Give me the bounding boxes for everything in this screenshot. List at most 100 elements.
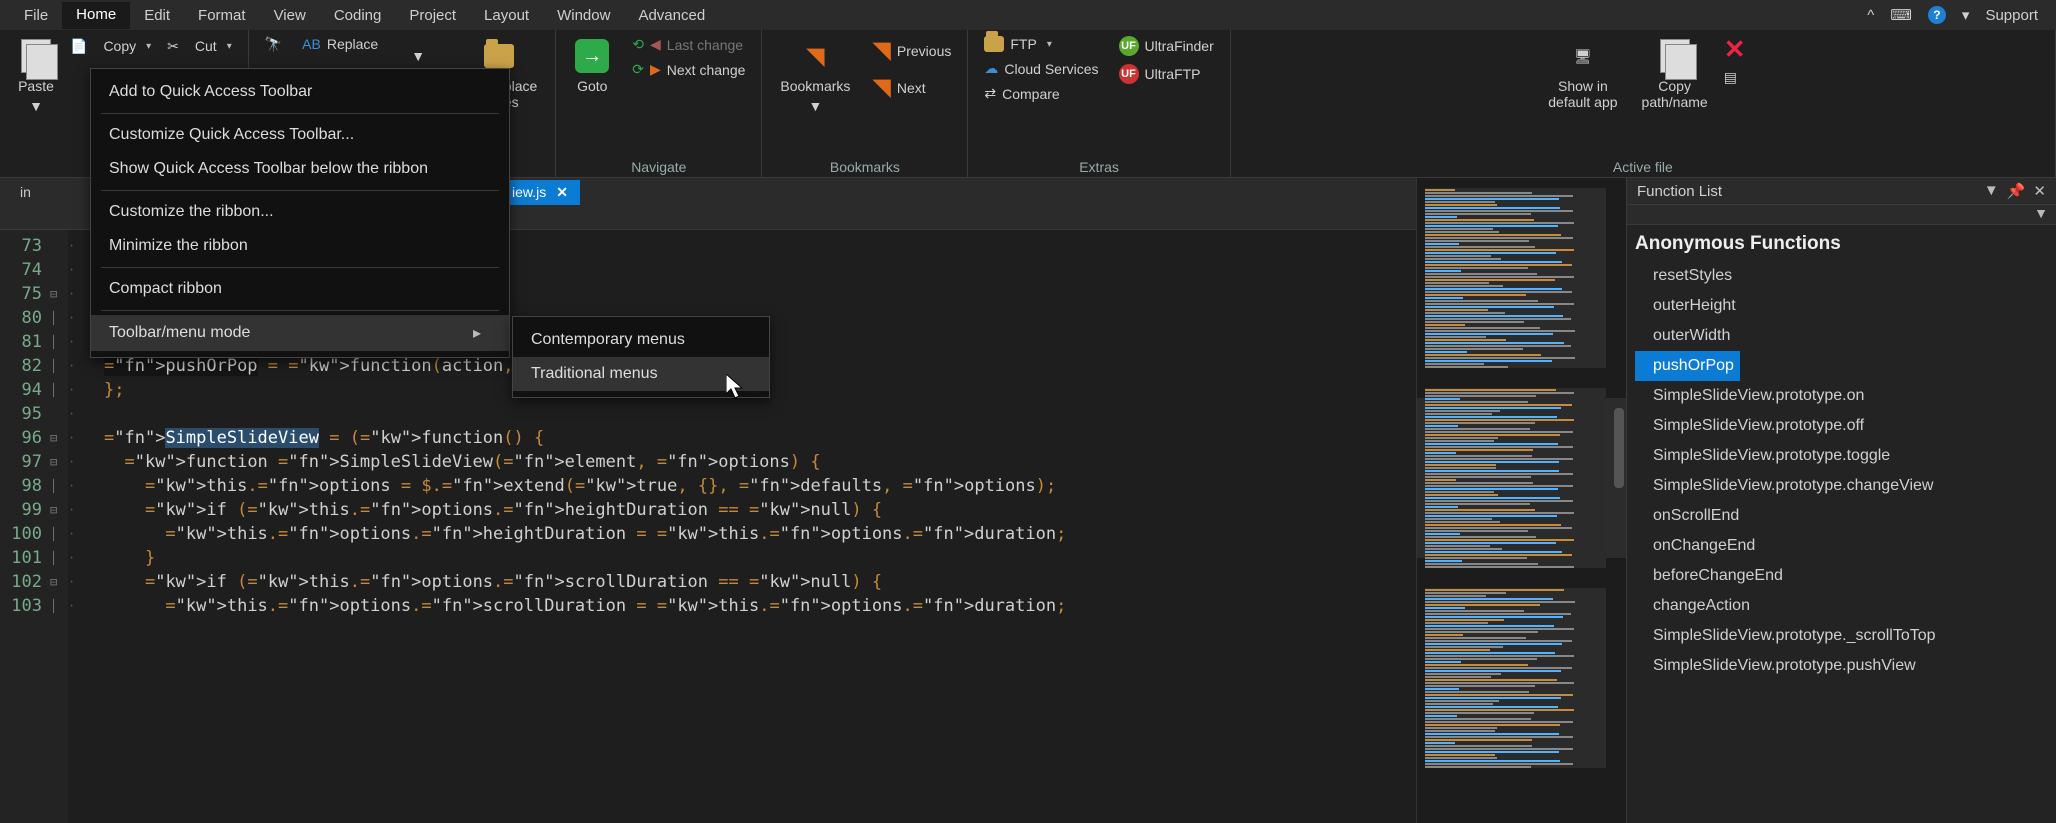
- panel-dropdown-icon[interactable]: ▼: [1984, 182, 1999, 200]
- chevron-down-icon: ▼: [29, 98, 43, 114]
- ribbon-group-extras: FTP ☁ Cloud Services ⇄ Compare UF UltraF…: [968, 30, 1230, 177]
- function-item[interactable]: SimpleSlideView.prototype.off: [1635, 411, 2048, 441]
- close-file-button[interactable]: ✕: [1724, 34, 1746, 65]
- help-icon[interactable]: ?: [1920, 2, 1954, 28]
- last-change-button[interactable]: ⟲ ◀ Last change: [626, 34, 751, 55]
- keyboard-icon[interactable]: ⌨: [1882, 2, 1920, 28]
- menu-coding[interactable]: Coding: [320, 3, 396, 28]
- function-item[interactable]: SimpleSlideView.prototype._scrollToTop: [1635, 621, 2048, 651]
- ctx-show-qat-below[interactable]: Show Quick Access Toolbar below the ribb…: [91, 152, 509, 186]
- menu-home[interactable]: Home: [62, 2, 130, 29]
- ctx-customize-ribbon[interactable]: Customize the ribbon...: [91, 195, 509, 229]
- file-tab-label: iew.js: [512, 184, 546, 200]
- ftp-button[interactable]: FTP: [978, 34, 1104, 54]
- cut-button[interactable]: Cut: [189, 36, 238, 56]
- function-item[interactable]: onChangeEnd: [1635, 531, 2048, 561]
- ctx-toolbar-menu-mode[interactable]: Toolbar/menu mode: [91, 315, 509, 351]
- menu-advanced[interactable]: Advanced: [624, 3, 719, 28]
- menu-layout[interactable]: Layout: [470, 3, 543, 28]
- bookmarks-label: Bookmarks: [780, 78, 850, 94]
- tab-close-button[interactable]: ✕: [556, 184, 568, 201]
- function-item[interactable]: outerWidth: [1635, 321, 2048, 351]
- ctx-add-qat[interactable]: Add to Quick Access Toolbar: [91, 75, 509, 109]
- ultraftp-button[interactable]: UF UltraFTP: [1113, 62, 1220, 86]
- ctx-minimize-ribbon[interactable]: Minimize the ribbon: [91, 229, 509, 263]
- prev-bookmark-label: Previous: [897, 43, 951, 59]
- tab-prefix: in: [0, 184, 60, 200]
- minimap[interactable]: [1416, 178, 1626, 823]
- show-in-default-label: Show in default app: [1548, 78, 1617, 110]
- function-item[interactable]: onScrollEnd: [1635, 501, 2048, 531]
- support-link[interactable]: Support: [1977, 3, 2046, 28]
- arrow-forward-icon: ⟳: [632, 61, 644, 78]
- paste-button[interactable]: Paste ▼: [10, 34, 62, 118]
- function-item[interactable]: SimpleSlideView.prototype.on: [1635, 381, 2048, 411]
- external-app-icon: 🖥: [1565, 38, 1601, 74]
- ctx-customize-qat[interactable]: Customize Quick Access Toolbar...: [91, 118, 509, 152]
- line-gutter: 73 74 75 80 81 82 94 95 96 97 98 99 100 …: [0, 230, 50, 823]
- compare-button[interactable]: ⇄ Compare: [978, 83, 1104, 104]
- minimap-scrollbar[interactable]: [1614, 408, 1624, 488]
- menu-file[interactable]: File: [10, 3, 62, 28]
- cloud-label: Cloud Services: [1004, 61, 1098, 77]
- cloud-button[interactable]: ☁ Cloud Services: [978, 58, 1104, 79]
- next-bookmark-label: Next: [897, 80, 926, 96]
- panel-close-icon[interactable]: ✕: [2033, 182, 2046, 200]
- function-item[interactable]: outerHeight: [1635, 291, 2048, 321]
- ultraftp-icon: UF: [1119, 64, 1139, 84]
- dropdown-icon[interactable]: ▾: [1954, 2, 1978, 28]
- ctx-compact-ribbon[interactable]: Compact ribbon: [91, 272, 509, 306]
- ultrafinder-icon: UF: [1119, 36, 1139, 56]
- replace-icon: AB: [302, 36, 321, 52]
- file-props-button[interactable]: ▤: [1724, 69, 1746, 86]
- copy-path-icon: [1657, 38, 1693, 74]
- function-item[interactable]: resetStyles: [1635, 261, 2048, 291]
- bookmarks-group-label: Bookmarks: [772, 157, 957, 175]
- menu-window[interactable]: Window: [543, 3, 624, 28]
- panel-menu-icon[interactable]: ▼: [2034, 205, 2048, 224]
- bookmarks-button[interactable]: ◥ Bookmarks ▼: [772, 34, 858, 118]
- copy-path-button[interactable]: Copy path/name: [1634, 34, 1716, 114]
- menu-edit[interactable]: Edit: [130, 3, 184, 28]
- navigate-group-label: Navigate: [566, 157, 751, 175]
- file-tab[interactable]: iew.js ✕: [500, 180, 580, 205]
- panel-pin-icon[interactable]: 📌: [2007, 182, 2026, 200]
- next-change-label: Next change: [667, 62, 746, 78]
- find-button[interactable]: 🔭: [259, 34, 288, 55]
- last-change-label: Last change: [667, 37, 743, 53]
- copy-button[interactable]: Copy: [97, 36, 157, 56]
- menu-view[interactable]: View: [260, 3, 320, 28]
- function-list-panel: Function List ▼ 📌 ✕ ▼ Anonymous Function…: [1626, 178, 2056, 823]
- prev-bookmark-button[interactable]: ◥ Previous: [866, 34, 957, 67]
- ultrafinder-button[interactable]: UF UltraFinder: [1113, 34, 1220, 58]
- bookmark-next-icon: ◥: [872, 73, 890, 102]
- function-list-heading: Anonymous Functions: [1635, 233, 2048, 255]
- qat-chevron-icon[interactable]: ^: [1859, 3, 1882, 28]
- function-item[interactable]: SimpleSlideView.prototype.pushView: [1635, 651, 2048, 681]
- goto-button[interactable]: → Goto: [566, 34, 618, 98]
- ctx-contemporary-menus[interactable]: Contemporary menus: [513, 323, 769, 357]
- ribbon-group-active-file: 🖥 Show in default app Copy path/name ✕ ▤…: [1231, 30, 2056, 177]
- function-item[interactable]: SimpleSlideView.prototype.changeView: [1635, 471, 2048, 501]
- fold-column[interactable]: ⊟ │ │ │ │ ⊟ ⊟ │ ⊟ │ │ ⊟ │: [50, 230, 68, 823]
- next-bookmark-button[interactable]: ◥ Next: [866, 71, 957, 104]
- replace-button[interactable]: AB Replace: [296, 34, 384, 54]
- arrow-back-icon: ⟲: [632, 36, 644, 53]
- goto-icon: →: [574, 38, 610, 74]
- ftp-icon: [984, 36, 1004, 52]
- ribbon-group-navigate: → Goto ⟲ ◀ Last change ⟳ ▶ Next change N…: [556, 30, 762, 177]
- bookmark-icon: ◥: [797, 38, 833, 74]
- ribbon-group-bookmarks: ◥ Bookmarks ▼ ◥ Previous ◥ Next Bookmark…: [762, 30, 968, 177]
- function-item[interactable]: beforeChangeEnd: [1635, 561, 2048, 591]
- menubar: File Home Edit Format View Coding Projec…: [0, 0, 2056, 30]
- function-item[interactable]: changeAction: [1635, 591, 2048, 621]
- chevron-down-icon: ▼: [808, 98, 822, 114]
- ultraftp-label: UltraFTP: [1145, 66, 1201, 82]
- cut-icon: ✂: [167, 38, 179, 55]
- function-item[interactable]: pushOrPop: [1635, 351, 1740, 381]
- show-in-default-button[interactable]: 🖥 Show in default app: [1540, 34, 1625, 114]
- menu-project[interactable]: Project: [395, 3, 470, 28]
- menu-format[interactable]: Format: [184, 3, 260, 28]
- next-change-button[interactable]: ⟳ ▶ Next change: [626, 59, 751, 80]
- function-item[interactable]: SimpleSlideView.prototype.toggle: [1635, 441, 2048, 471]
